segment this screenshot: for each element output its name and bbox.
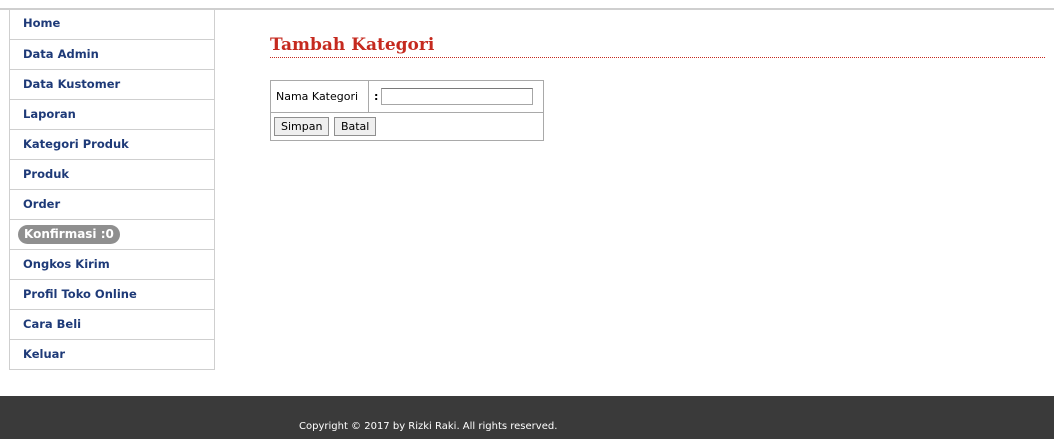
- sidebar-item-konfirmasi[interactable]: Konfirmasi :0: [10, 219, 214, 249]
- sidebar-item-label: Kategori Produk: [23, 137, 129, 151]
- form-actions-row: Simpan Batal: [271, 113, 543, 140]
- sidebar-item-label: Cara Beli: [23, 317, 82, 331]
- sidebar-item-ongkos-kirim[interactable]: Ongkos Kirim: [10, 249, 214, 279]
- sidebar-item-label: Data Admin: [23, 47, 99, 61]
- sidebar-item-order[interactable]: Order: [10, 189, 214, 219]
- copyright-text: Copyright © 2017 by Rizki Raki. All righ…: [299, 421, 558, 432]
- sidebar-item-label: Profil Toko Online: [23, 287, 137, 301]
- page-title: Tambah Kategori: [270, 35, 1045, 58]
- sidebar-item-profil-toko-online[interactable]: Profil Toko Online: [10, 279, 214, 309]
- category-name-input-cell: :: [369, 81, 543, 113]
- sidebar-item-laporan[interactable]: Laporan: [10, 99, 214, 129]
- sidebar-item-home[interactable]: Home: [10, 10, 214, 39]
- main-content: Tambah Kategori Nama Kategori : Simpan B…: [270, 35, 1045, 141]
- confirmation-count-badge: Konfirmasi :0: [18, 225, 120, 244]
- cancel-button[interactable]: Batal: [333, 117, 377, 136]
- form-row: Nama Kategori :: [271, 81, 543, 113]
- sidebar-item-data-kustomer[interactable]: Data Kustomer: [10, 69, 214, 99]
- sidebar-item-label: Data Kustomer: [23, 77, 121, 91]
- category-form: Nama Kategori : Simpan Batal: [270, 80, 544, 141]
- save-button[interactable]: Simpan: [274, 117, 330, 136]
- sidebar-item-cara-beli[interactable]: Cara Beli: [10, 309, 214, 339]
- sidebar-item-label: Keluar: [23, 347, 66, 361]
- category-name-label: Nama Kategori: [271, 81, 369, 113]
- form-actions: Simpan Batal: [271, 113, 543, 140]
- sidebar-menu: Home Data Admin Data Kustomer Laporan Ka…: [9, 10, 215, 370]
- category-name-input[interactable]: [381, 88, 534, 105]
- sidebar-item-label: Produk: [23, 167, 70, 181]
- colon-separator: :: [374, 89, 379, 103]
- sidebar-item-label: Laporan: [23, 107, 76, 121]
- sidebar-item-label: Order: [23, 197, 61, 211]
- footer: Copyright © 2017 by Rizki Raki. All righ…: [0, 396, 1054, 439]
- sidebar-item-label: Ongkos Kirim: [23, 257, 110, 271]
- sidebar-item-kategori-produk[interactable]: Kategori Produk: [10, 129, 214, 159]
- sidebar-item-data-admin[interactable]: Data Admin: [10, 39, 214, 69]
- sidebar-item-produk[interactable]: Produk: [10, 159, 214, 189]
- sidebar-item-label: Home: [23, 16, 61, 30]
- sidebar-item-keluar[interactable]: Keluar: [10, 339, 214, 369]
